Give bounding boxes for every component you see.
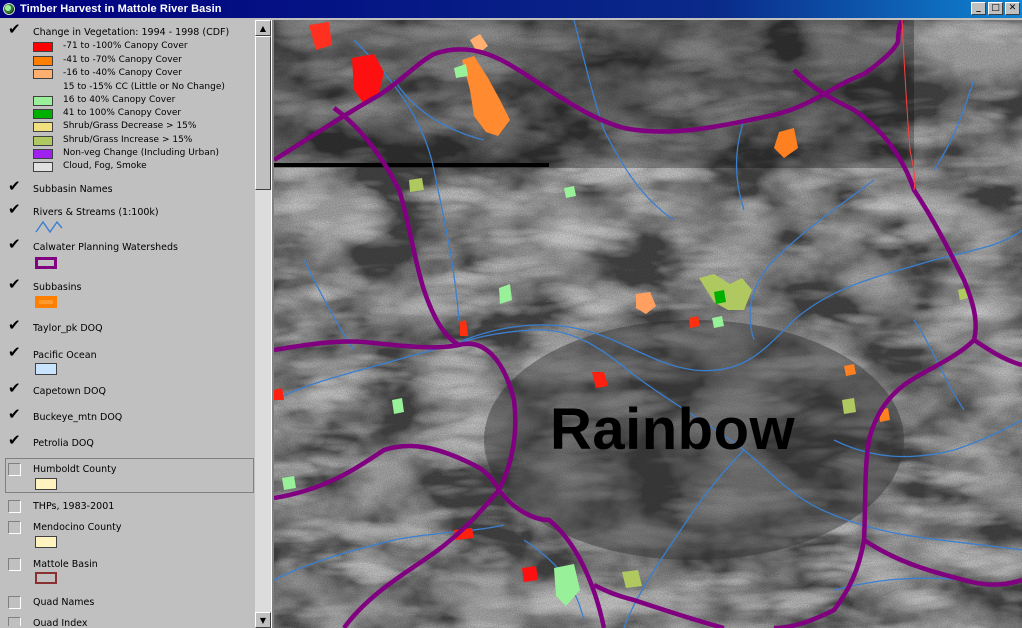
legend-class-label: Non-veg Change (Including Urban) <box>63 148 219 158</box>
layer-name: Pacific Ocean <box>33 350 97 361</box>
window-controls: _ □ ✕ <box>971 2 1020 15</box>
checkbox-subbasins[interactable]: ✔ <box>8 277 21 292</box>
purple-box-icon <box>35 257 57 269</box>
checkbox-buckeye[interactable]: ✔ <box>8 407 21 422</box>
globe-icon <box>3 3 15 15</box>
yellow-box-icon <box>35 536 57 548</box>
checkbox-taylor-pk[interactable]: ✔ <box>8 318 21 333</box>
checkbox-petrolia[interactable]: ✔ <box>8 433 21 448</box>
legend-swatch <box>33 42 53 52</box>
layer-name: Mattole Basin <box>33 559 98 570</box>
window-title: Timber Harvest in Mattole River Basin <box>20 3 222 15</box>
legend-class-label: Shrub/Grass Increase > 15% <box>63 135 193 145</box>
yellow-box-icon <box>35 478 57 490</box>
checkbox-mendocino[interactable] <box>8 521 21 534</box>
checkbox-veg-change[interactable]: ✔ <box>8 22 21 37</box>
legend-class-label: -16 to -40% Canopy Cover <box>63 68 182 78</box>
legend-swatch <box>33 56 53 66</box>
maximize-button[interactable]: □ <box>988 2 1003 15</box>
layer-name: Petrolia DOQ <box>33 438 94 449</box>
checkbox-quad-index[interactable] <box>8 617 21 626</box>
layer-name: Calwater Planning Watersheds <box>33 242 179 253</box>
legend-class-label: 16 to 40% Canopy Cover <box>63 95 176 105</box>
checkbox-subbasin-names[interactable]: ✔ <box>8 179 21 194</box>
title-bar: Timber Harvest in Mattole River Basin _ … <box>0 0 1022 18</box>
legend-swatch <box>33 109 53 119</box>
map-view[interactable]: Rainbow <box>274 20 1022 628</box>
legend-class-label: -71 to -100% Canopy Cover <box>63 41 188 51</box>
layer-name: Taylor_pk DOQ <box>33 323 103 334</box>
checkbox-calwater[interactable]: ✔ <box>8 237 21 252</box>
minimize-button[interactable]: _ <box>971 2 986 15</box>
close-button[interactable]: ✕ <box>1005 2 1020 15</box>
legend-swatch <box>33 136 53 146</box>
legend-swatch <box>33 162 53 172</box>
scroll-down-arrow-icon[interactable]: ▼ <box>255 612 271 628</box>
legend-class-label: -41 to -70% Canopy Cover <box>63 55 182 65</box>
legend-swatch <box>33 69 53 79</box>
layer-name: Change in Vegetation: 1994 - 1998 (CDF) <box>33 27 230 38</box>
legend-scrollbar[interactable]: ▲ ▼ <box>255 20 271 628</box>
layer-name: Rivers & Streams (1:100k) <box>33 207 159 218</box>
layer-name: Quad Index <box>33 618 88 626</box>
legend-class-label: Shrub/Grass Decrease > 15% <box>63 121 197 131</box>
river-line-icon <box>35 220 63 234</box>
subbasin-name-label: Rainbow <box>550 397 796 462</box>
legend-swatch <box>33 149 53 159</box>
layer-name: THPs, 1983-2001 <box>33 501 115 512</box>
checkbox-mattole-basin[interactable] <box>8 558 21 571</box>
blue-box-icon <box>35 363 57 375</box>
layer-name: Mendocino County <box>33 522 122 533</box>
layer-name: Quad Names <box>33 597 95 608</box>
legend-swatch <box>33 96 53 106</box>
checkbox-rivers[interactable]: ✔ <box>8 202 21 217</box>
checkbox-capetown[interactable]: ✔ <box>8 381 21 396</box>
checkbox-pacific-ocean[interactable]: ✔ <box>8 345 21 360</box>
layer-name: Humboldt County <box>33 464 117 475</box>
checkbox-humboldt[interactable] <box>8 463 21 476</box>
layer-name: Subbasins <box>33 282 82 293</box>
scroll-up-arrow-icon[interactable]: ▲ <box>255 20 271 36</box>
map-canvas <box>274 20 1022 628</box>
layer-name: Buckeye_mtn DOQ <box>33 412 123 423</box>
checkbox-quad-names[interactable] <box>8 596 21 609</box>
layer-name: Capetown DOQ <box>33 386 106 397</box>
legend-class-label: Cloud, Fog, Smoke <box>63 161 147 171</box>
brown-box-icon <box>35 572 57 584</box>
legend-class-label: 41 to 100% Canopy Cover <box>63 108 182 118</box>
checkbox-thps[interactable] <box>8 500 21 513</box>
scroll-thumb[interactable] <box>255 36 271 190</box>
layer-name: Subbasin Names <box>33 184 113 195</box>
legend-swatch <box>33 122 53 132</box>
legend-panel: ✔ Change in Vegetation: 1994 - 1998 (CDF… <box>2 20 255 626</box>
legend-class-label: 15 to -15% CC (Little or No Change) <box>63 82 225 92</box>
orange-box-icon <box>35 296 57 308</box>
